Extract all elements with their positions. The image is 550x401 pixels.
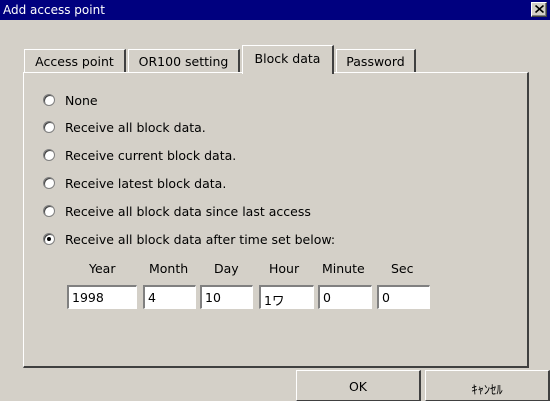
month-label: Month	[149, 261, 189, 276]
option-label: Receive current block data.	[65, 148, 237, 163]
hour-input[interactable]: 1ワ	[259, 285, 314, 309]
tab-label: Block data	[254, 51, 321, 66]
tab-access-point[interactable]: Access point	[24, 49, 126, 72]
minute-label: Minute	[322, 261, 365, 276]
minute-input[interactable]: 0	[318, 285, 372, 309]
tab-panel-block-data	[23, 72, 529, 368]
year-label: Year	[89, 261, 116, 276]
close-icon	[535, 5, 544, 13]
option-label: None	[65, 93, 98, 108]
ok-button-label: OK	[348, 379, 368, 394]
option-label: Receive latest block data.	[65, 176, 227, 191]
title-bar[interactable]: Add access point	[0, 0, 550, 20]
radio-button[interactable]	[43, 177, 55, 189]
tab-label: OR100 setting	[138, 54, 229, 69]
radio-button[interactable]	[43, 233, 55, 245]
option-label: Receive all block data.	[65, 120, 206, 135]
option-label: Receive all block data after time set be…	[65, 232, 336, 247]
year-input[interactable]: 1998	[67, 285, 137, 309]
add-access-point-dialog: Add access point Access point OR100 sett…	[0, 0, 550, 401]
sec-input[interactable]: 0	[377, 285, 430, 309]
hour-label: Hour	[269, 261, 300, 276]
tab-label: Access point	[35, 54, 114, 69]
month-input[interactable]: 4	[143, 285, 196, 309]
radio-button[interactable]	[43, 205, 55, 217]
tab-block-data[interactable]: Block data	[242, 45, 334, 74]
cancel-button-label: ｷｬﾝｾﾙ	[471, 382, 503, 397]
sec-label: Sec	[391, 261, 414, 276]
option-label: Receive all block data since last access	[65, 204, 311, 219]
day-input[interactable]: 10	[200, 285, 253, 309]
radio-button[interactable]	[43, 149, 55, 161]
radio-button[interactable]	[43, 94, 55, 106]
tab-or100-setting[interactable]: OR100 setting	[128, 49, 240, 72]
radio-selected-dot	[47, 237, 51, 241]
window-title: Add access point	[3, 3, 105, 17]
cancel-button[interactable]: ｷｬﾝｾﾙ	[425, 370, 550, 401]
close-button[interactable]	[531, 2, 547, 17]
radio-button[interactable]	[43, 121, 55, 133]
tab-label: Password	[346, 54, 405, 69]
ok-button[interactable]: OK	[296, 370, 421, 401]
day-label: Day	[214, 261, 239, 276]
tab-password[interactable]: Password	[336, 49, 416, 72]
